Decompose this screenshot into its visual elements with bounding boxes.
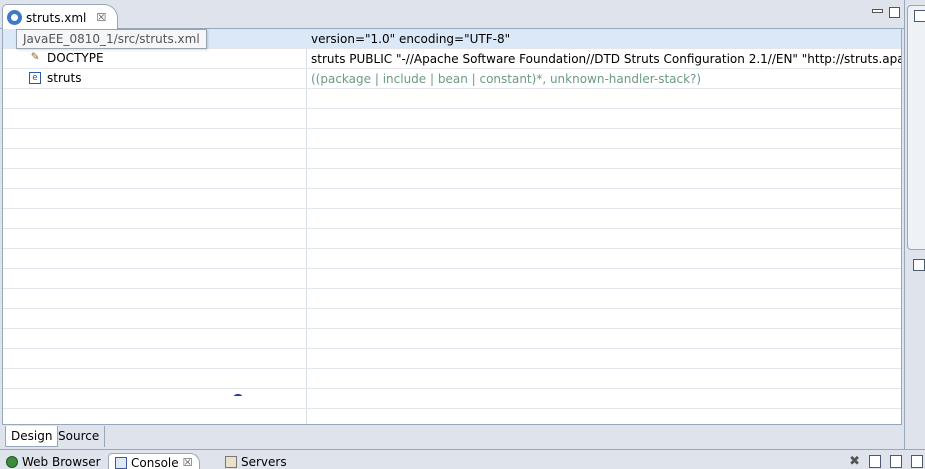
editor-page-tabs: Design Source [2,424,902,448]
value-cell[interactable]: version="1.0" encoding="UTF-8" [311,32,510,46]
right-trim-panel [904,0,925,449]
scroll-lock-icon[interactable] [911,455,923,468]
tab-web-browser[interactable]: Web Browser [6,453,101,469]
node-label: struts [47,71,82,85]
close-tab-icon[interactable]: ☒ [96,11,106,24]
clear-console-icon[interactable] [890,455,902,468]
servers-icon [225,456,237,468]
empty-row [3,329,901,349]
close-tab-icon[interactable]: ☒ [183,456,193,469]
outline-view-icon[interactable] [914,10,925,22]
editor-tab-title: struts.xml [26,10,87,25]
outline-trim [907,5,925,250]
empty-row [3,229,901,249]
minimize-icon[interactable] [872,9,883,13]
tree-row-doctype[interactable]: ✎ DOCTYPE struts PUBLIC "-//Apache Softw… [3,49,901,69]
stray-cursor-mark [234,394,242,398]
doctype-pencil-icon: ✎ [31,49,39,64]
empty-row [3,109,901,129]
value-cell[interactable]: struts PUBLIC "-//Apache Software Founda… [311,52,901,66]
remove-launch-icon[interactable] [869,455,881,468]
empty-row [3,209,901,229]
empty-row [3,89,901,109]
content-model-cell[interactable]: ((package | include | bean | constant)*,… [311,72,701,86]
properties-view-icon[interactable] [913,259,925,271]
empty-row [3,149,901,169]
terminate-icon[interactable]: ✖ [849,454,860,469]
tab-label: Servers [241,455,287,469]
file-path-tooltip: JavaEE_0810_1/src/struts.xml [16,29,207,49]
maximize-icon[interactable] [889,7,900,18]
empty-row [3,309,901,329]
editor-tab-struts-xml[interactable]: struts.xml ☒ [2,4,118,30]
empty-row [3,289,901,309]
tab-label: Web Browser [22,455,101,469]
tab-console[interactable]: Console ☒ [108,453,200,469]
node-cell: e struts [29,71,81,85]
xml-file-gear-icon [7,10,22,25]
empty-row [3,369,901,389]
tree-row-struts[interactable]: e struts ((package | include | bean | co… [3,69,901,89]
empty-row [3,169,901,189]
empty-row [3,129,901,149]
tab-servers[interactable]: Servers [225,453,287,469]
empty-row [3,389,901,409]
element-icon: e [29,72,41,84]
globe-icon [6,456,18,468]
editor-tab-strip: struts.xml ☒ [0,0,904,30]
editor-window-controls [872,7,900,18]
tab-design[interactable]: Design [5,426,59,447]
empty-row [3,249,901,269]
views-tab-strip: Web Browser Console ☒ Servers ✖ [0,449,925,469]
empty-row [3,409,901,424]
console-toolbar: ✖ [849,454,923,469]
tab-source[interactable]: Source [53,426,106,447]
empty-row [3,189,901,209]
node-label: DOCTYPE [47,51,104,65]
node-cell: ✎ DOCTYPE [29,49,104,65]
tab-label: Console [131,455,179,469]
console-icon [115,456,127,469]
xml-design-editor[interactable]: ? version="1.0" encoding="UTF-8" ✎ DOCTY… [2,29,902,424]
empty-row [3,349,901,369]
empty-row [3,269,901,289]
